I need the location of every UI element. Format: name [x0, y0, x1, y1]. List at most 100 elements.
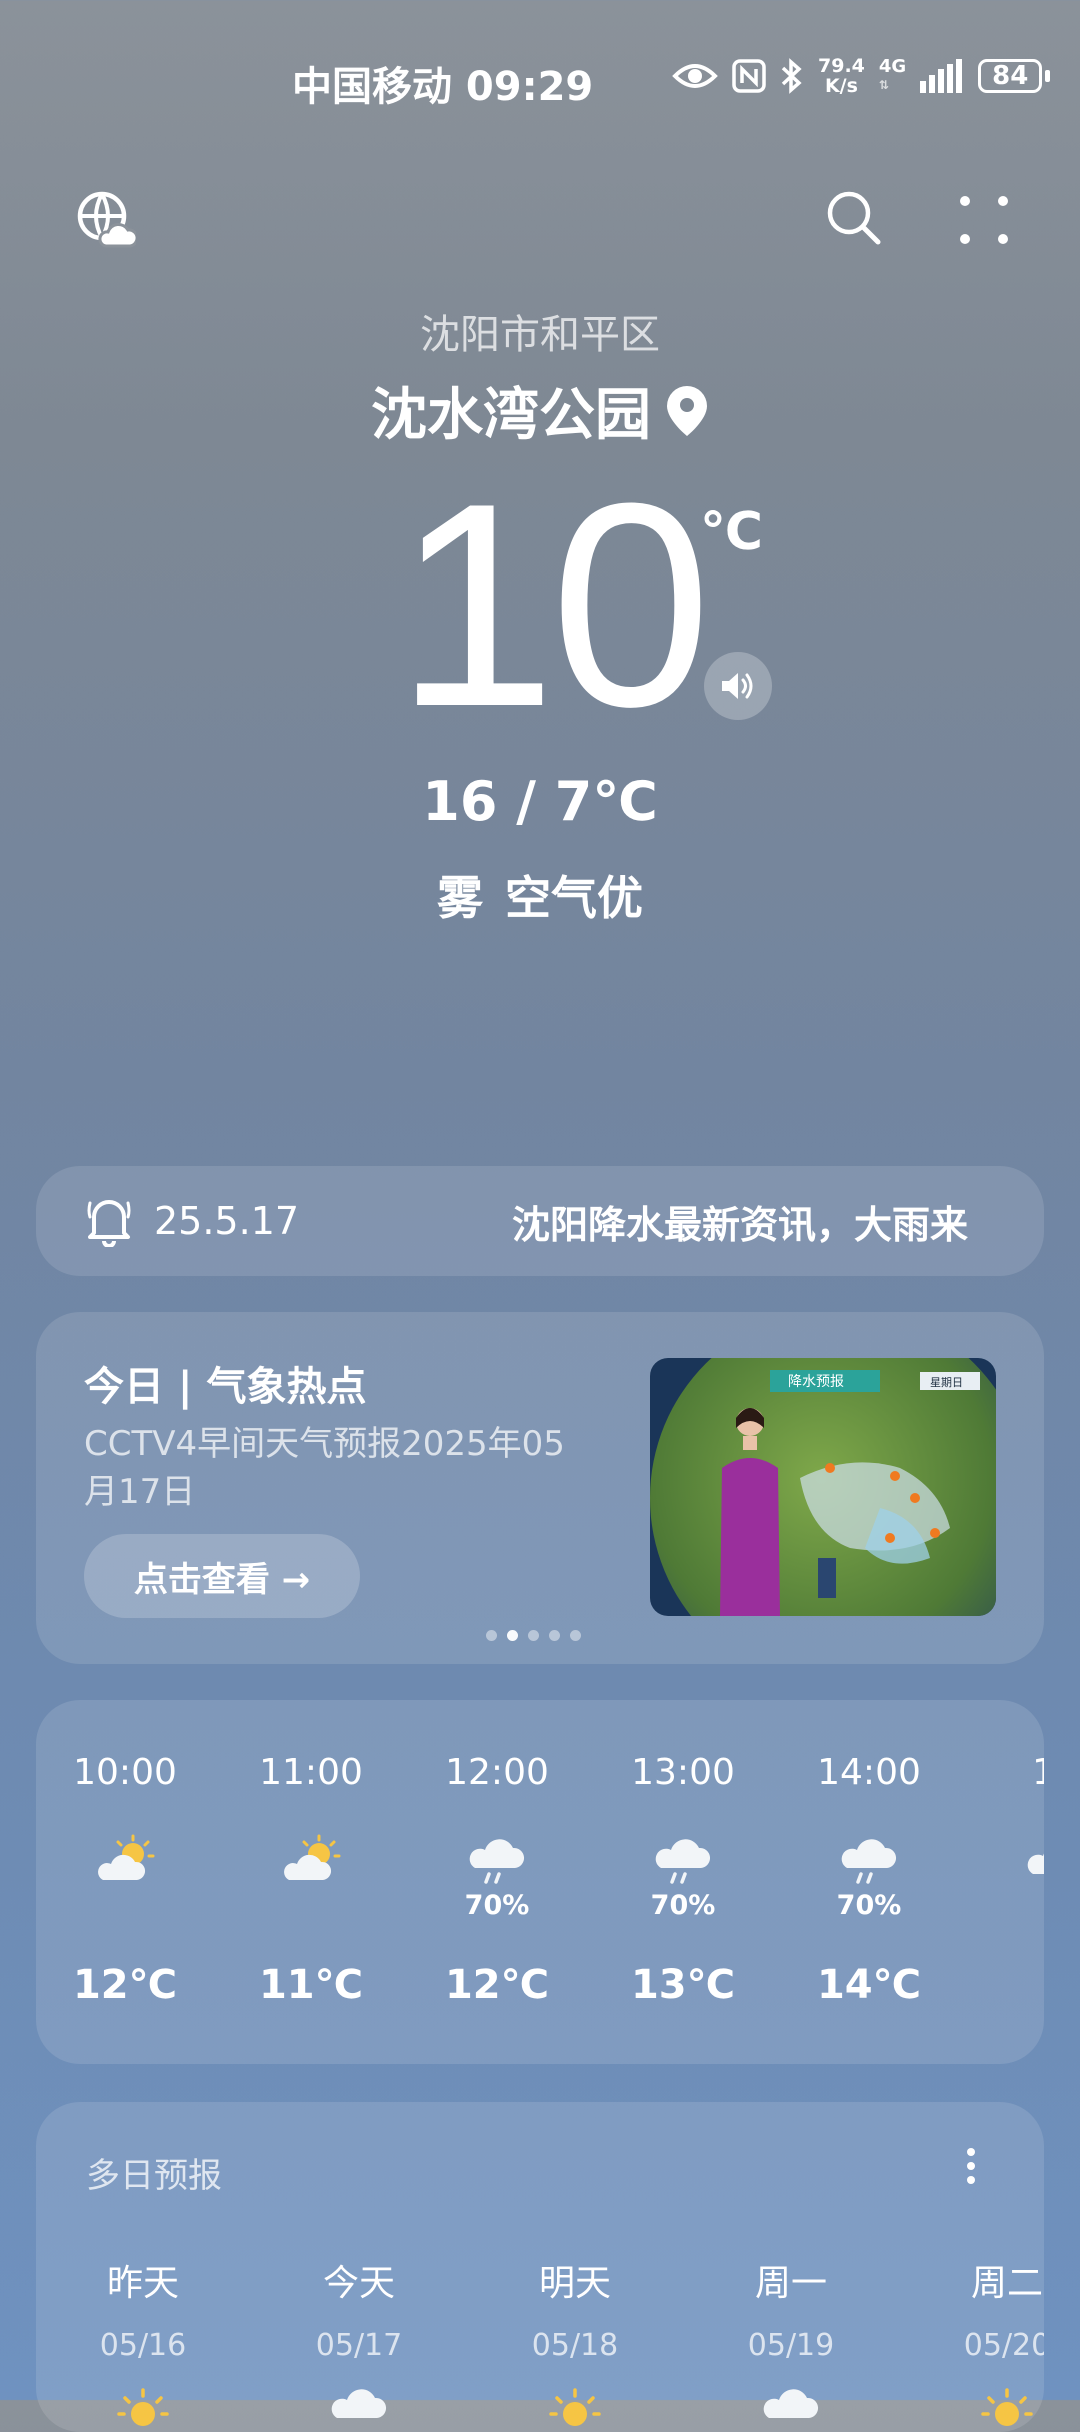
- carrier-time: 中国移动 09:29: [292, 64, 594, 110]
- current-temperature: 10: [395, 443, 712, 767]
- day-date: 05/16: [99, 2328, 187, 2363]
- battery-tip: [1045, 70, 1051, 82]
- condition-line: 雾空气优: [0, 862, 1080, 928]
- daily-item: 周二 05/20: [942, 2254, 1044, 2432]
- partly-sunny-icon: [279, 1830, 343, 1894]
- battery-indicator: 84: [978, 59, 1043, 93]
- carousel-dot: [486, 1630, 497, 1641]
- cloud-icon: [759, 2374, 823, 2432]
- network-type: 4G ⇅: [878, 56, 907, 93]
- day-date: 05/19: [747, 2328, 835, 2363]
- more-menu-button[interactable]: [944, 180, 1024, 260]
- view-button[interactable]: 点击查看 →: [84, 1534, 360, 1618]
- precip-probability: 70%: [464, 1890, 530, 1921]
- place-name: 沈水湾公园: [371, 383, 651, 448]
- temperature-unit: ℃: [700, 502, 763, 562]
- thumb-banner-text: 降水预报: [788, 1374, 844, 1390]
- hour-time: 12:00: [445, 1752, 549, 1793]
- day-name: 明天: [538, 2263, 611, 2304]
- notice-date: 25.5.17: [154, 1199, 300, 1243]
- bell-icon: [87, 1200, 131, 1247]
- hour-temperature: 1: [980, 1962, 1044, 2008]
- status-bar: 中国移动 09:29 79.4 K/s 4G ⇅ 84: [0, 50, 1080, 110]
- thumb-tag-text: 星期日: [930, 1376, 963, 1389]
- hour-temperature: 12℃: [72, 1962, 178, 2008]
- hotspot-title: 今日 | 气象热点: [84, 1364, 367, 1410]
- daily-item: 昨天 05/16: [78, 2254, 208, 2432]
- weather-hotspot-card[interactable]: 今日 | 气象热点 CCTV4早间天气预报2025年05月17日 点击查看 → …: [36, 1312, 1044, 1664]
- nfc-icon: [732, 59, 766, 93]
- hourly-item: 15 1: [980, 1700, 1044, 2064]
- sun-icon: [543, 2374, 607, 2432]
- bluetooth-icon: [781, 58, 802, 94]
- hour-time: 11:00: [259, 1752, 363, 1793]
- cloud-icon: [1023, 1830, 1044, 1894]
- city-manage-button[interactable]: [66, 180, 146, 260]
- carousel-dot: [570, 1630, 581, 1641]
- status-icons: 79.4 K/s 4G ⇅ 84: [672, 56, 1051, 96]
- cloud-icon: [327, 2374, 391, 2432]
- location-title[interactable]: 沈水湾公园: [0, 370, 1080, 451]
- hourly-forecast[interactable]: 10:00 12℃ 11:00 11℃ 12:00 70% 12℃ 13:00 70% 13℃ 14…: [36, 1700, 1044, 2064]
- hour-temperature: 13℃: [630, 1962, 736, 2008]
- carousel-dot: [528, 1630, 539, 1641]
- hour-time: 10:00: [73, 1752, 177, 1793]
- day-name: 周二: [970, 2263, 1043, 2304]
- day-name: 今天: [322, 2263, 395, 2304]
- hour-time: 13:00: [631, 1752, 735, 1793]
- day-name: 昨天: [106, 2263, 179, 2304]
- hourly-item: 11:00 11℃: [236, 1700, 386, 2064]
- sun-icon: [111, 2374, 175, 2432]
- daily-item: 明天 05/18: [510, 2254, 640, 2432]
- carousel-dot-active: [507, 1630, 518, 1641]
- eye-icon: [672, 64, 718, 88]
- weather-notice-banner[interactable]: 25.5.17 沈阳降水最新资讯，大雨来: [36, 1166, 1044, 1276]
- net-speed: 79.4 K/s: [818, 56, 865, 96]
- net-speed-unit: K/s: [824, 75, 858, 97]
- daily-title: 多日预报: [86, 2156, 222, 2196]
- hourly-item: 10:00 12℃: [50, 1700, 200, 2064]
- forecast-map-image: 降水预报 星期日: [650, 1358, 996, 1616]
- hotspot-subtitle: CCTV4早间天气预报2025年05月17日: [84, 1424, 565, 1512]
- day-name: 周一: [754, 2263, 827, 2304]
- forecast-video-thumbnail[interactable]: 降水预报 星期日: [650, 1358, 996, 1616]
- search-button[interactable]: [814, 178, 894, 258]
- hourly-item: 12:00 70% 12℃: [422, 1700, 572, 2064]
- daily-item: 周一 05/19: [726, 2254, 856, 2432]
- carousel-indicator: [486, 1630, 581, 1641]
- voice-broadcast-button[interactable]: [704, 652, 772, 720]
- net-speed-value: 79.4: [818, 55, 865, 77]
- rain-icon: [651, 1830, 715, 1894]
- speaker-icon: [722, 673, 753, 699]
- signal-icon: [920, 59, 963, 93]
- more-vertical-icon[interactable]: [966, 2146, 976, 2186]
- carousel-dot: [549, 1630, 560, 1641]
- hour-temperature: 12℃: [444, 1962, 550, 2008]
- notice-text: 沈阳降水最新资讯，大雨来: [512, 1202, 969, 1247]
- sun-icon: [975, 2374, 1039, 2432]
- weather-condition: 雾: [437, 871, 483, 925]
- rain-icon: [837, 1830, 901, 1894]
- daily-forecast[interactable]: 多日预报 昨天 05/16 今天 05/17 明天 05/18 周一 05/19 周二 05/20: [36, 2102, 1044, 2432]
- dots-grid-icon: [960, 196, 1008, 244]
- location-pin-icon: [667, 385, 707, 436]
- day-date: 05/17: [315, 2328, 403, 2363]
- hourly-item: 14:00 70% 14℃: [794, 1700, 944, 2064]
- precip-probability: 70%: [836, 1890, 902, 1921]
- partly-sunny-icon: [93, 1830, 157, 1894]
- hourly-item: 13:00 70% 13℃: [608, 1700, 758, 2064]
- day-date: 05/18: [531, 2328, 619, 2363]
- temperature-range: 16 / 7℃: [422, 770, 658, 833]
- network-label: 4G: [878, 56, 907, 77]
- rain-icon: [465, 1830, 529, 1894]
- search-icon: [827, 191, 881, 245]
- globe-cloud-icon: [77, 191, 136, 248]
- hour-temperature: 11℃: [258, 1962, 364, 2008]
- hour-time: 15: [1032, 1752, 1044, 1793]
- precip-probability: 70%: [650, 1890, 716, 1921]
- daily-item: 今天 05/17: [294, 2254, 424, 2432]
- hour-time: 14:00: [817, 1752, 921, 1793]
- air-quality[interactable]: 空气优: [505, 871, 643, 925]
- hour-temperature: 14℃: [816, 1962, 922, 2008]
- day-date: 05/20: [963, 2328, 1044, 2363]
